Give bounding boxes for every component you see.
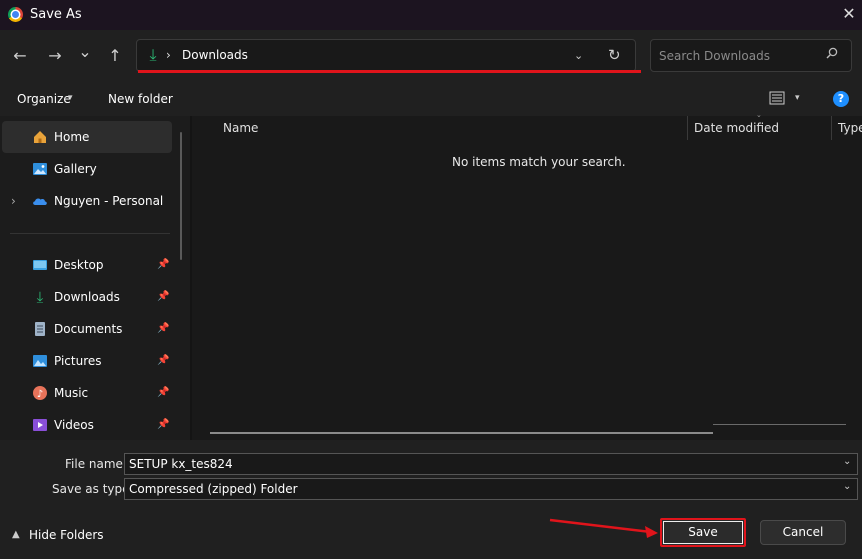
column-separator[interactable] xyxy=(687,116,688,140)
sidebar-scrollbar[interactable] xyxy=(180,132,182,260)
pictures-icon xyxy=(32,353,48,369)
view-details-icon[interactable] xyxy=(769,90,785,106)
pin-icon[interactable]: 📌 xyxy=(157,419,169,430)
window-title: Save As xyxy=(30,7,82,22)
file-name-field[interactable] xyxy=(124,453,858,475)
gallery-icon xyxy=(32,161,48,177)
music-icon: ♪ xyxy=(32,385,48,401)
sidebar-item-label: Gallery xyxy=(54,162,97,176)
save-type-label: Save as type: xyxy=(52,482,134,496)
sidebar-item-label: Music xyxy=(54,386,89,400)
chrome-app-icon xyxy=(8,7,23,22)
sidebar-item-label: Videos xyxy=(54,418,94,432)
organize-button[interactable]: Organize xyxy=(17,92,71,106)
sidebar-divider xyxy=(10,233,170,234)
documents-icon xyxy=(32,321,48,337)
expand-chevron-icon[interactable]: › xyxy=(11,194,16,208)
pin-icon[interactable]: 📌 xyxy=(157,291,169,302)
help-icon[interactable]: ? xyxy=(833,91,849,107)
file-name-label: File name: xyxy=(65,457,127,471)
recent-locations-button[interactable]: ⌄ xyxy=(74,40,96,64)
pin-icon[interactable]: 📌 xyxy=(157,259,169,270)
save-button-label[interactable]: Save xyxy=(660,525,746,539)
sidebar-item-label: Downloads xyxy=(54,290,120,304)
download-icon: ⤓ xyxy=(149,45,157,64)
search-placeholder: Search Downloads xyxy=(659,49,770,63)
file-name-dropdown-icon[interactable]: ⌄ xyxy=(843,456,851,467)
breadcrumb-chevron-icon[interactable]: › xyxy=(166,45,171,65)
horizontal-scroll-track xyxy=(713,424,846,425)
breadcrumb-downloads[interactable]: Downloads xyxy=(182,48,248,62)
red-arrow-annotation xyxy=(549,518,658,538)
view-caret-down-icon[interactable]: ▾ xyxy=(795,93,800,103)
horizontal-scrollbar[interactable] xyxy=(210,432,713,434)
sidebar-item-label: Nguyen - Personal xyxy=(54,194,164,208)
back-button[interactable]: ← xyxy=(9,44,31,68)
address-highlight-underline xyxy=(138,70,641,73)
empty-message: No items match your search. xyxy=(452,155,626,169)
videos-icon xyxy=(32,417,48,433)
save-type-value[interactable]: Compressed (zipped) Folder xyxy=(129,482,298,496)
column-header-name[interactable]: Name xyxy=(223,121,258,135)
forward-button[interactable]: → xyxy=(44,44,66,68)
caret-down-icon[interactable]: ▾ xyxy=(68,93,73,103)
up-button[interactable]: ↑ xyxy=(104,44,126,68)
caret-up-icon[interactable]: ▲ xyxy=(12,529,20,540)
save-type-dropdown-icon[interactable]: ⌄ xyxy=(843,481,851,492)
svg-text:♪: ♪ xyxy=(37,389,43,400)
sidebar-item-label: Desktop xyxy=(54,258,104,272)
refresh-icon[interactable]: ↻ xyxy=(608,45,621,65)
sort-caret-icon: ⌄ xyxy=(756,111,762,119)
title-bar xyxy=(0,0,862,30)
desktop-icon xyxy=(32,257,48,273)
onedrive-cloud-icon xyxy=(32,193,48,209)
hide-folders-button[interactable]: Hide Folders xyxy=(29,528,104,542)
column-separator[interactable] xyxy=(831,116,832,140)
new-folder-button[interactable]: New folder xyxy=(108,92,173,106)
download-icon: ⤓ xyxy=(36,288,44,306)
pin-icon[interactable]: 📌 xyxy=(157,323,169,334)
close-button[interactable]: ✕ xyxy=(838,3,860,25)
pin-icon[interactable]: 📌 xyxy=(157,355,169,366)
column-header-date-modified[interactable]: Date modified xyxy=(694,121,779,135)
sidebar-item-label: Documents xyxy=(54,322,123,336)
sidebar-item-label: Home xyxy=(54,130,90,144)
address-dropdown-icon[interactable]: ⌄ xyxy=(574,46,583,66)
pin-icon[interactable]: 📌 xyxy=(157,387,169,398)
search-icon[interactable] xyxy=(826,46,838,66)
home-icon xyxy=(32,129,48,145)
column-header-type[interactable]: Type xyxy=(838,121,862,135)
file-name-value[interactable]: SETUP kx_tes824 xyxy=(129,457,233,471)
sidebar-item-label: Pictures xyxy=(54,354,102,368)
cancel-button-label[interactable]: Cancel xyxy=(760,525,846,539)
